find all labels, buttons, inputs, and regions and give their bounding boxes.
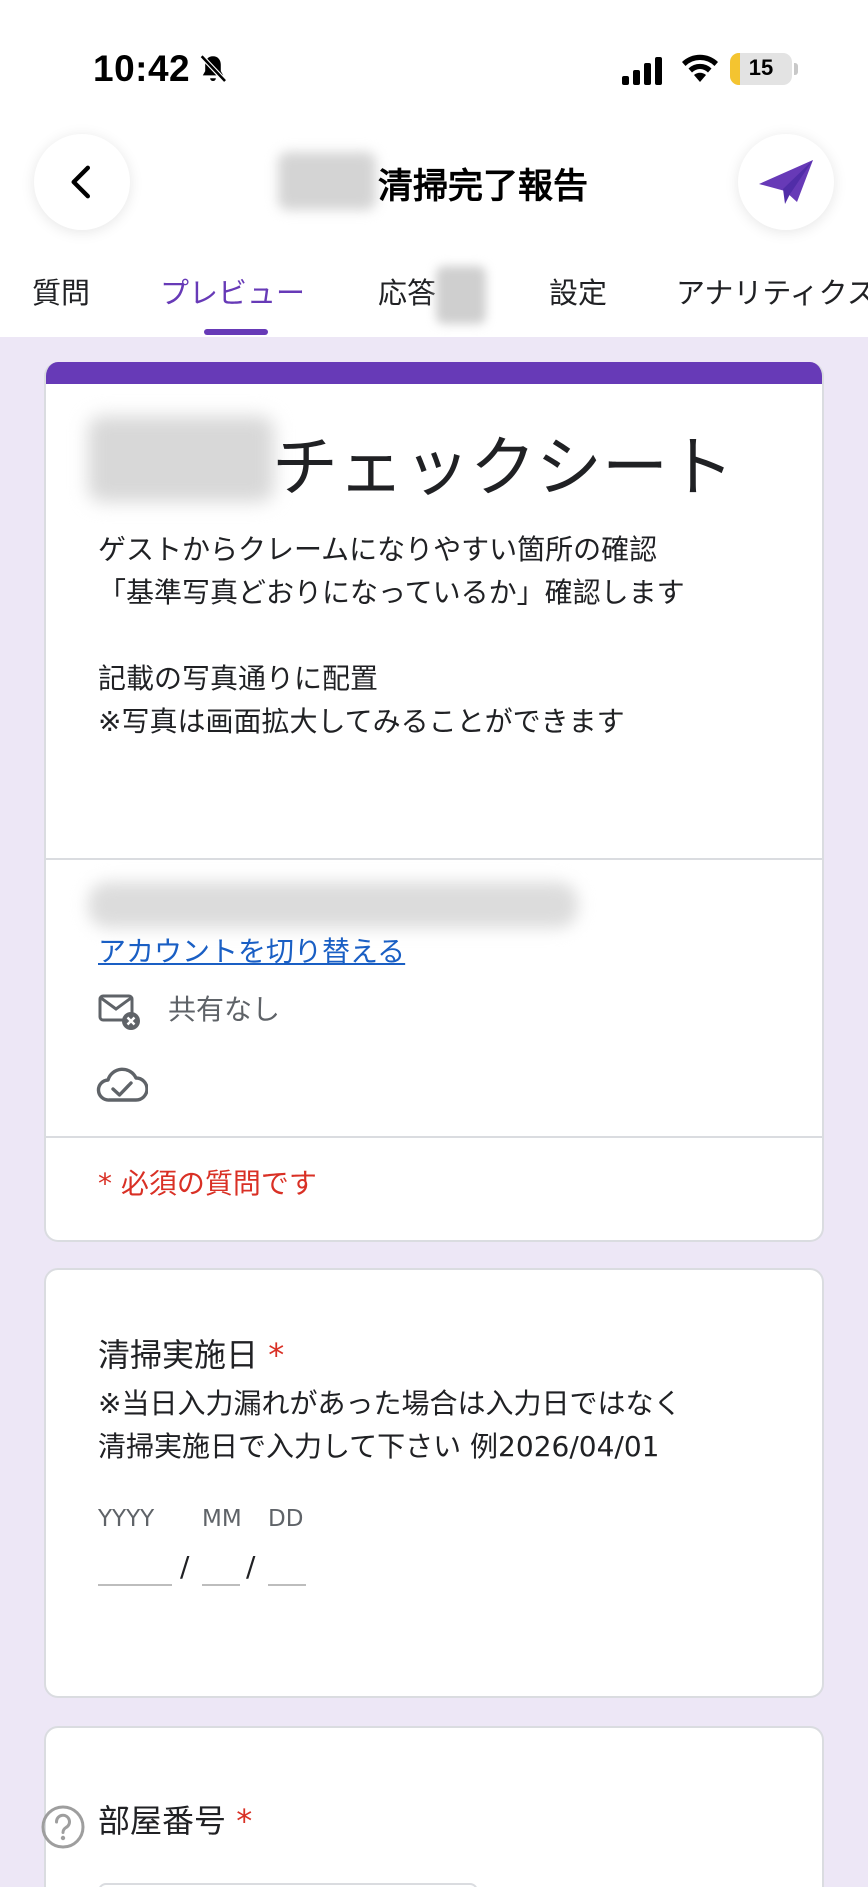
date-month-label: MM (202, 1506, 242, 1532)
question-description-line: ※当日入力漏れがあった場合は入力日ではなく (98, 1387, 682, 1420)
battery-cap (794, 63, 798, 75)
redacted-response-count (436, 266, 486, 324)
form-description-blank (98, 614, 685, 657)
question-card-cleaning-date: 清掃実施日 * ※当日入力漏れがあった場合は入力日ではなく 清掃実施日で入力して… (44, 1268, 824, 1698)
tab-preview[interactable]: プレビュー (160, 270, 305, 312)
date-year-label: YYYY (98, 1506, 155, 1532)
form-description-line: 「基準写真どおりになっているか」確認します (98, 576, 685, 609)
required-question-note: * 必須の質問です (98, 1167, 317, 1200)
form-color-band (46, 362, 822, 384)
battery-indicator: 15 (730, 53, 792, 85)
tab-questions[interactable]: 質問 (32, 270, 90, 312)
active-tab-indicator (204, 329, 268, 335)
form-title: チェックシート (272, 429, 734, 506)
date-day-label: DD (268, 1506, 304, 1532)
question-title: 清掃実施日 * (98, 1330, 284, 1376)
redacted-account-email (88, 882, 578, 928)
redacted-title-prefix (278, 152, 376, 210)
question-title: 部屋番号 * (98, 1796, 252, 1842)
mail-not-shared-icon (98, 994, 140, 1030)
form-description-line: ゲストからクレームになりやすい箇所の確認 (98, 533, 658, 566)
form-description: ゲストからクレームになりやすい箇所の確認 「基準写真どおりになっているか」確認し… (98, 528, 685, 743)
redacted-form-title-prefix (88, 416, 274, 502)
required-star: * (236, 1802, 253, 1840)
tab-settings[interactable]: 設定 (549, 270, 607, 312)
question-card-room-number: 部屋番号 * (44, 1726, 824, 1887)
bell-off-icon (199, 54, 227, 83)
section-divider (46, 1136, 822, 1138)
wifi-icon (682, 54, 718, 82)
tab-responses[interactable]: 応答 (378, 270, 436, 312)
form-description-line: ※写真は画面拡大してみることができます (98, 705, 625, 738)
page-title: 清掃完了報告 (378, 167, 589, 207)
question-title-text: 清掃実施日 (98, 1336, 259, 1374)
date-separator: / (246, 1550, 256, 1583)
email-not-shared-label: 共有なし (168, 993, 281, 1026)
date-separator: / (180, 1550, 190, 1583)
status-time: 10:42 (93, 48, 191, 89)
tab-bar: 質問 プレビュー 応答 設定 アナリティクス (0, 270, 868, 330)
battery-level-text: 15 (748, 55, 774, 80)
switch-account-link[interactable]: アカウントを切り替える (98, 930, 405, 970)
date-day-input[interactable] (268, 1584, 306, 1586)
required-star: * (268, 1336, 285, 1374)
send-button[interactable] (738, 134, 834, 230)
help-icon[interactable] (40, 1804, 86, 1850)
cloud-saved-icon (96, 1067, 148, 1102)
tab-analytics[interactable]: アナリティクス (676, 270, 868, 312)
back-button[interactable] (34, 134, 130, 230)
section-divider (46, 858, 822, 860)
date-month-input[interactable] (202, 1584, 240, 1586)
cellular-signal-icon (622, 57, 662, 85)
date-year-input[interactable] (98, 1584, 172, 1586)
paper-plane-icon (759, 160, 813, 204)
question-description-line: 清掃実施日で入力して下さい 例2026/04/01 (98, 1430, 660, 1463)
room-number-input[interactable] (98, 1883, 478, 1887)
form-description-line: 記載の写真通りに配置 (98, 662, 379, 695)
question-title-text: 部屋番号 (98, 1802, 227, 1840)
question-description: ※当日入力漏れがあった場合は入力日ではなく 清掃実施日で入力して下さい 例202… (98, 1382, 681, 1468)
form-header-card: チェックシート ゲストからクレームになりやすい箇所の確認 「基準写真どおりになっ… (44, 362, 824, 1242)
chevron-left-icon (71, 165, 91, 199)
